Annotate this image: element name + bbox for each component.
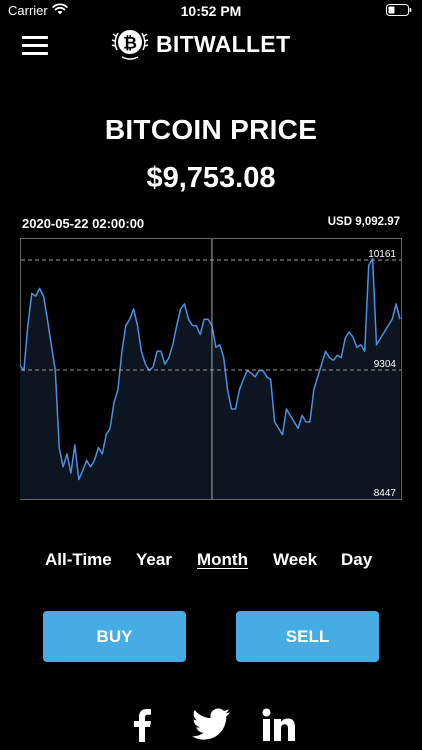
sell-button[interactable]: SELL xyxy=(236,611,379,662)
chart-timestamp: 2020-05-22 02:00:00 xyxy=(22,216,145,231)
svg-text:₿: ₿ xyxy=(123,34,137,53)
linkedin-icon[interactable] xyxy=(262,708,296,748)
current-price: $9,753.08 xyxy=(146,162,276,194)
battery-icon xyxy=(386,4,412,16)
tab-week[interactable]: Week xyxy=(273,550,317,570)
nav-bar: ₿ BITWALLET xyxy=(0,22,422,66)
bitcoin-icon: ₿ xyxy=(111,30,149,60)
status-bar: Carrier 10:52 PM xyxy=(0,0,422,22)
status-time: 10:52 PM xyxy=(180,3,242,19)
page-title: BITCOIN PRICE xyxy=(104,114,318,145)
twitter-icon[interactable] xyxy=(191,708,231,748)
y-tick-label: 10161 xyxy=(368,249,396,260)
price-chart-svg[interactable]: 10161 9304 8447 xyxy=(20,238,402,500)
tab-month[interactable]: Month xyxy=(197,550,248,570)
tab-all-time[interactable]: All-Time xyxy=(45,550,112,570)
y-tick-label: 8447 xyxy=(374,488,397,499)
facebook-icon[interactable] xyxy=(131,708,153,748)
price-chart[interactable]: 10161 9304 8447 xyxy=(20,238,402,500)
logo-text: BITWALLET xyxy=(156,30,291,57)
tab-year[interactable]: Year xyxy=(136,550,172,570)
app-logo: ₿ BITWALLET xyxy=(110,24,290,64)
time-range-tabs: All-Time Year Month Week Day xyxy=(0,550,422,574)
y-tick-label: 9304 xyxy=(374,359,397,370)
chart-hover-value: USD 9,092.97 xyxy=(327,216,400,228)
buy-button[interactable]: BUY xyxy=(43,611,186,662)
tab-day[interactable]: Day xyxy=(341,550,372,570)
menu-icon[interactable] xyxy=(22,32,50,56)
